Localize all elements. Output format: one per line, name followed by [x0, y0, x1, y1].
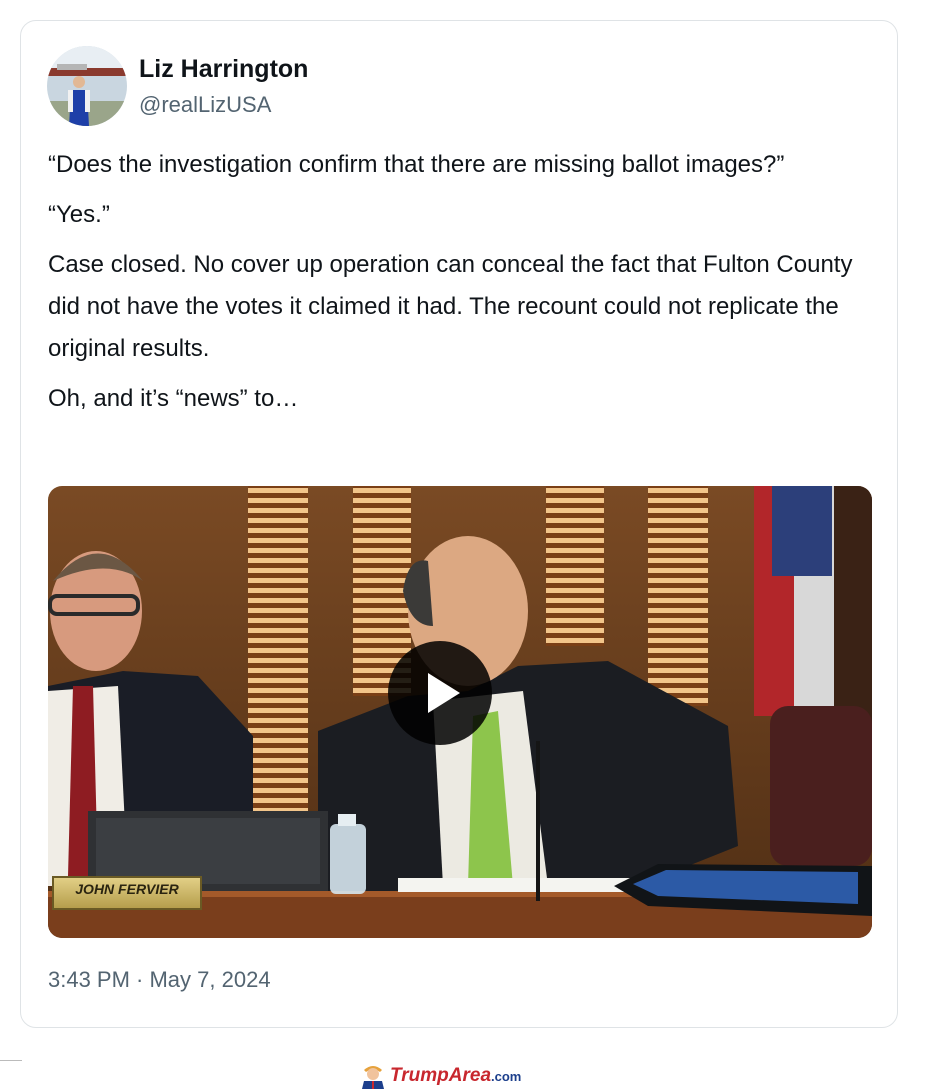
trump-logo-icon [362, 1066, 384, 1089]
tweet-paragraph: “Does the investigation confirm that the… [48, 151, 785, 178]
site-name-text: TrumpArea [390, 1064, 492, 1086]
watermark: TrumpArea.com [360, 1062, 521, 1089]
tweet-paragraph: Case closed. No cover up operation can c… [48, 251, 853, 362]
site-tld: .com [491, 1068, 522, 1084]
divider [0, 1060, 22, 1061]
nameplate: JOHN FERVIER [52, 876, 202, 910]
tweet-paragraph: Oh, and it’s “news” to… [48, 385, 299, 412]
play-icon [428, 673, 460, 713]
author-avatar[interactable] [47, 46, 127, 126]
author-name[interactable]: Liz Harrington [139, 55, 308, 84]
author-handle[interactable]: @realLizUSA [139, 92, 271, 118]
site-name: TrumpArea.com [390, 1065, 521, 1087]
play-button[interactable] [388, 641, 492, 745]
tweet-text: “Does the investigation confirm that the… [48, 144, 878, 428]
tweet-paragraph: “Yes.” [48, 201, 110, 228]
tweet-timestamp[interactable]: 3:43 PM · May 7, 2024 [48, 967, 271, 993]
tweet-card[interactable]: Liz Harrington @realLizUSA “Does the inv… [20, 20, 898, 1028]
video-player[interactable]: JOHN FERVIER [48, 486, 872, 938]
